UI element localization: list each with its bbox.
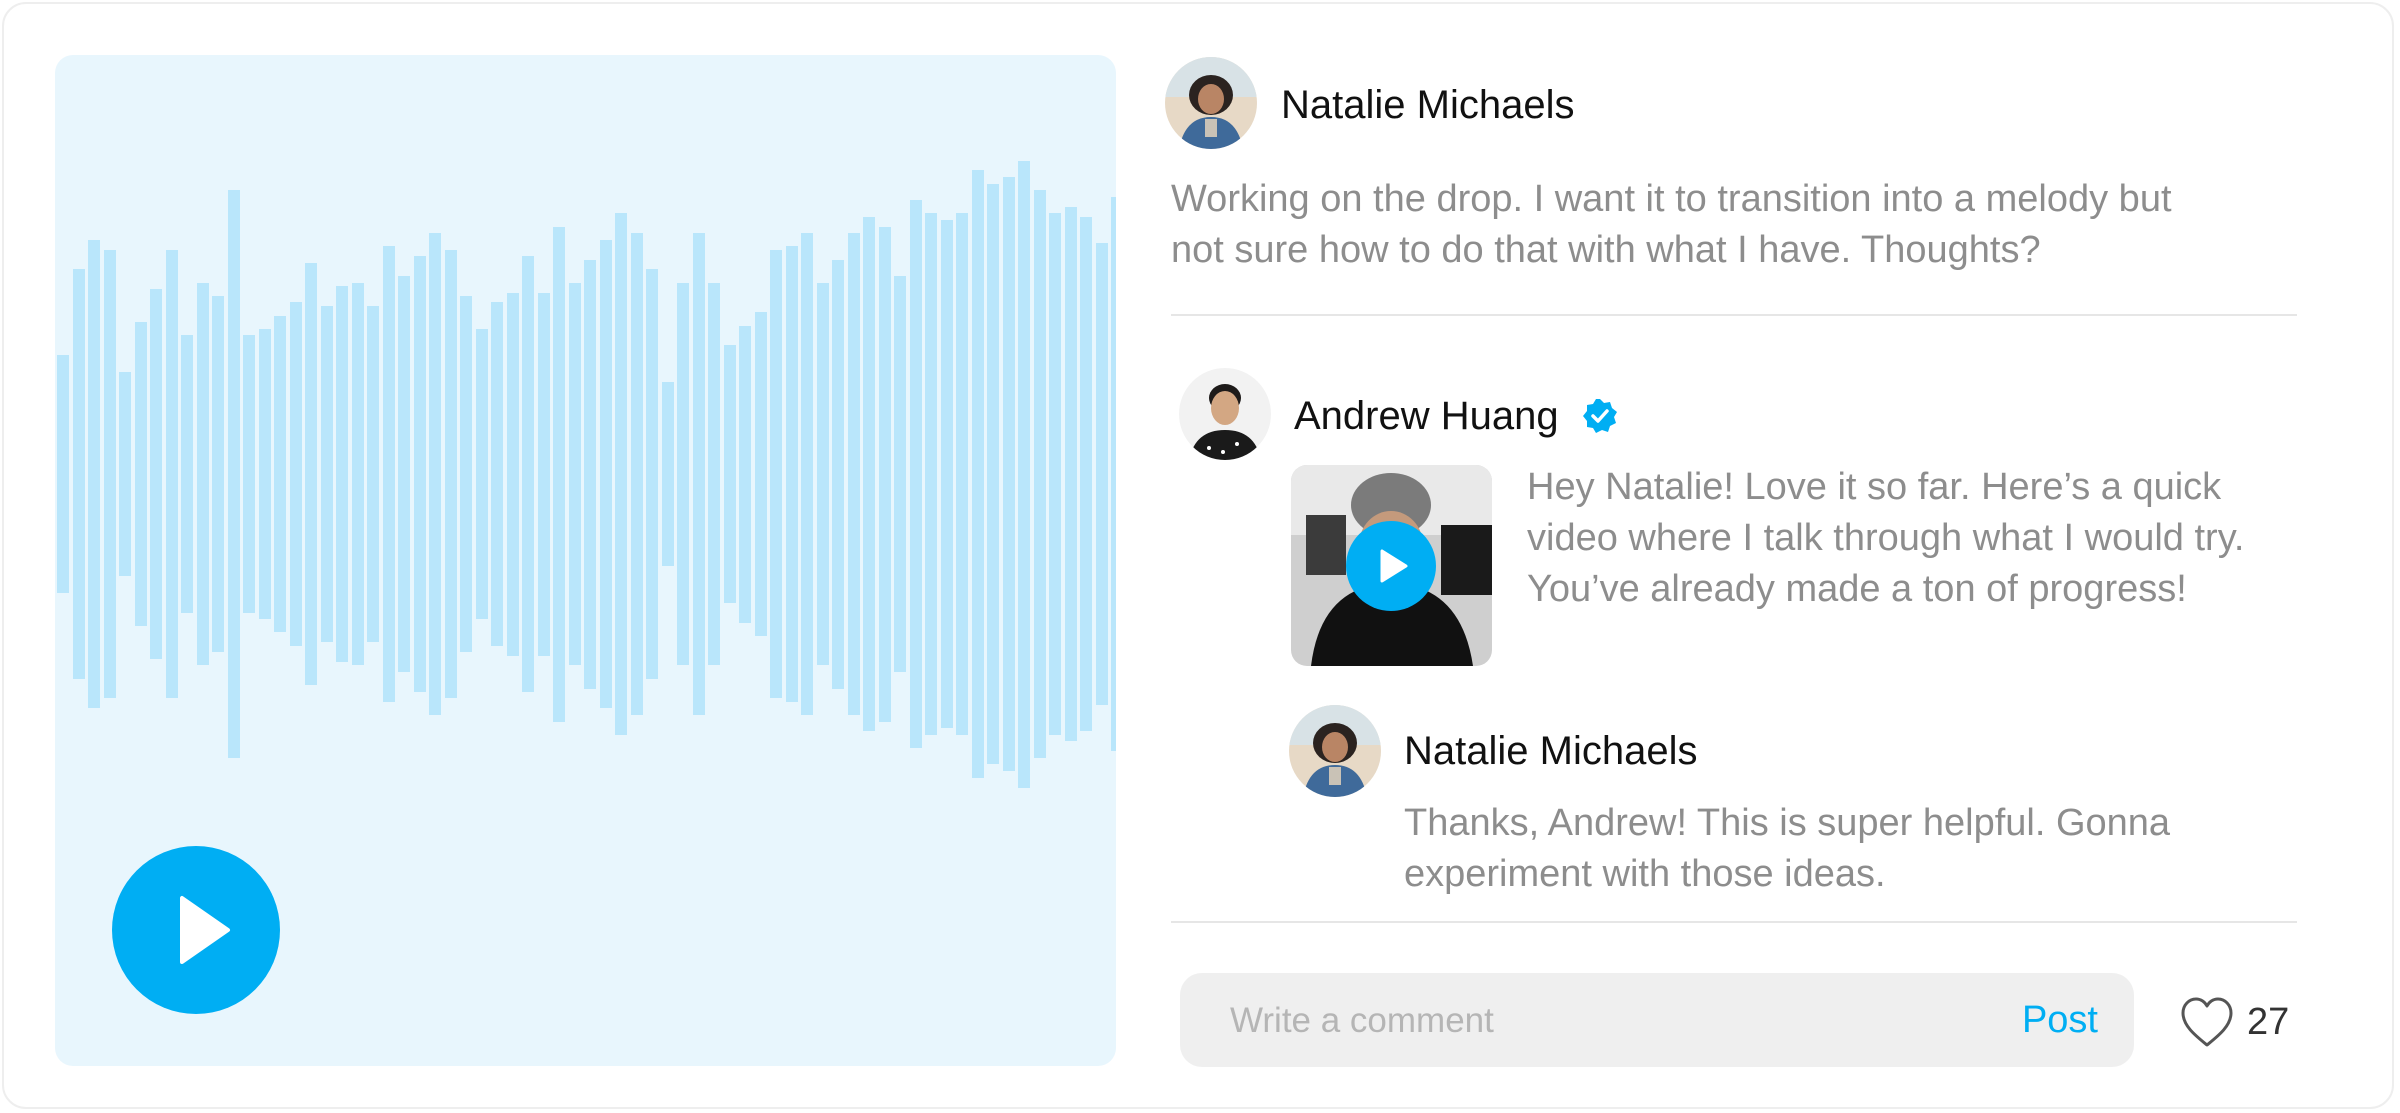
post-divider	[1171, 314, 2297, 316]
like-button[interactable]	[2178, 994, 2236, 1050]
waveform-bar	[553, 226, 565, 722]
waveform-bar	[723, 345, 736, 603]
waveform-bar	[646, 269, 658, 679]
waveform-bar	[150, 289, 162, 659]
waveform-bar	[72, 269, 85, 679]
waveform-bar	[894, 276, 906, 672]
waveform-bar	[956, 213, 968, 735]
verified-badge-icon	[1583, 399, 1617, 433]
waveform-bar	[971, 170, 984, 778]
waveform-bar	[320, 305, 333, 643]
waveform-bar	[274, 315, 286, 633]
nested-reply-author-name[interactable]: Natalie Michaels	[1404, 731, 1697, 771]
waveform-bar	[599, 239, 612, 709]
waveform-bar	[832, 259, 844, 689]
andrew-avatar[interactable]	[1179, 368, 1271, 460]
waveform-bar	[1018, 160, 1030, 788]
waveform-bar	[243, 335, 255, 613]
audio-play-button[interactable]	[112, 846, 280, 1014]
waveform-bar	[336, 285, 348, 663]
waveform-bar	[57, 355, 69, 593]
waveform-bar	[630, 233, 643, 715]
waveform-bar	[1064, 206, 1077, 742]
post-button[interactable]: Post	[2022, 991, 2098, 1049]
waveform-bar	[615, 213, 627, 735]
waveform-bar	[103, 249, 116, 699]
waveform-bar	[289, 302, 302, 646]
post-author-name[interactable]: Natalie Michaels	[1281, 85, 1574, 125]
waveform-bar	[367, 305, 379, 643]
waveform-bar	[134, 322, 147, 626]
like-count: 27	[2247, 1001, 2290, 1043]
post-card: Natalie Michaels Working on the drop. I …	[2, 2, 2394, 1109]
waveform-bar	[1080, 216, 1092, 732]
waveform-bar	[1049, 213, 1061, 735]
reply-video-thumbnail[interactable]	[1291, 465, 1492, 666]
waveform-bar	[196, 282, 209, 666]
waveform-bar	[739, 325, 751, 623]
waveform-bar	[909, 200, 922, 748]
waveform-bar	[537, 292, 550, 656]
natalie-avatar[interactable]	[1289, 705, 1381, 797]
waveform-bar	[351, 282, 364, 666]
waveform-bar	[1002, 177, 1015, 771]
waveform-bar	[227, 190, 240, 758]
waveform-bar	[506, 292, 519, 656]
waveform-bar	[1111, 196, 1116, 752]
waveform-bar	[119, 371, 131, 577]
waveform-bar	[475, 328, 488, 620]
comment-input[interactable]	[1228, 989, 1932, 1053]
thread-divider	[1171, 921, 2297, 923]
waveform-bar	[785, 246, 798, 702]
waveform-bar	[88, 239, 100, 709]
post-text: Working on the drop. I want it to transi…	[1171, 178, 2172, 271]
waveform-bar	[1033, 190, 1046, 758]
waveform-bar	[708, 282, 720, 666]
comment-box: Post	[1180, 973, 2134, 1067]
waveform-bar	[429, 233, 441, 715]
waveform-bar	[863, 216, 875, 732]
waveform-bar	[754, 312, 767, 636]
waveform-bar	[212, 295, 224, 653]
waveform-bar	[1095, 243, 1108, 705]
waveform-bar	[382, 246, 395, 702]
waveform-bar	[398, 276, 410, 672]
waveform-bar	[584, 259, 596, 689]
nested-reply-text: Thanks, Andrew! This is super helpful. G…	[1404, 802, 2171, 895]
waveform-bar	[491, 302, 503, 646]
audio-player	[55, 55, 1116, 1066]
waveform-bar	[692, 233, 705, 715]
waveform-bar	[568, 282, 581, 666]
reply-author-name[interactable]: Andrew Huang	[1294, 396, 1559, 436]
waveform-bar	[925, 213, 937, 735]
waveform-bar	[816, 282, 829, 666]
waveform-bar	[940, 219, 953, 729]
waveform-bar	[258, 328, 271, 620]
waveform-bar	[444, 249, 457, 699]
waveform-bar	[305, 262, 317, 686]
natalie-avatar[interactable]	[1165, 57, 1257, 149]
waveform-bar	[181, 335, 193, 613]
waveform-bar	[770, 249, 782, 699]
waveform-bar	[847, 233, 860, 715]
waveform-bar	[661, 381, 674, 567]
play-icon	[180, 896, 230, 964]
waveform-bar	[522, 256, 534, 692]
waveform-bar	[165, 249, 178, 699]
waveform-bar	[878, 226, 891, 722]
waveform-bar	[460, 295, 472, 653]
waveform-bar	[987, 183, 999, 765]
reply-text: Hey Natalie! Love it so far. Here’s a qu…	[1527, 466, 2245, 610]
waveform-bar	[413, 256, 426, 692]
waveform-bar	[677, 282, 689, 666]
waveform-bar	[801, 233, 813, 715]
heart-icon	[2181, 997, 2233, 1047]
